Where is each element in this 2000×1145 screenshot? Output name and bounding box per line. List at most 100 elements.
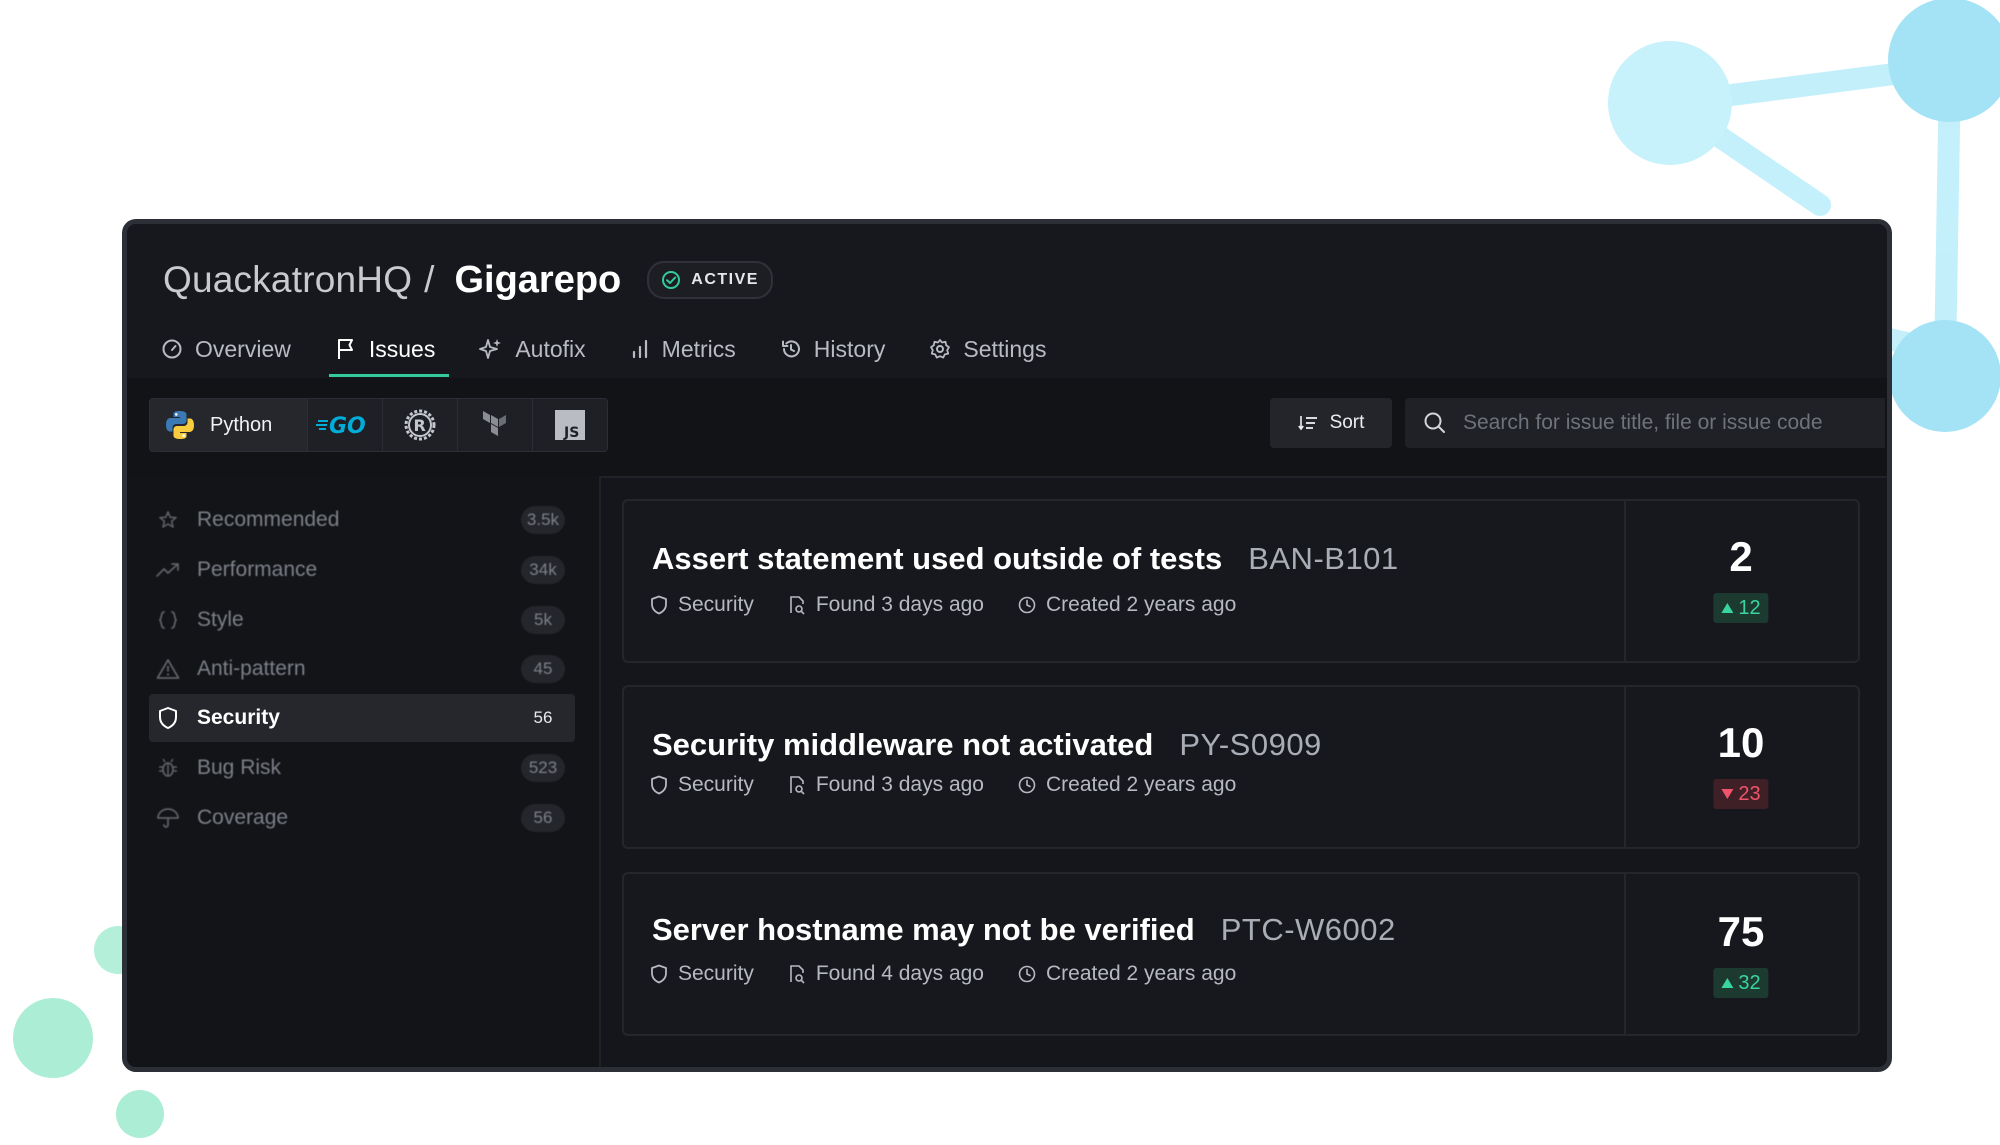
issue-category: Security (650, 773, 754, 797)
issue-title[interactable]: Security middleware not activated (652, 727, 1153, 763)
sort-icon (1297, 416, 1317, 431)
language-label: Python (210, 413, 273, 436)
star-icon (153, 510, 183, 530)
language-switcher: Python GO R JS (149, 398, 608, 452)
shield-icon (651, 964, 667, 984)
clock-icon (1018, 776, 1036, 794)
issue-created: Created 2 years ago (1018, 593, 1236, 617)
issue-code: PTC-W6002 (1220, 912, 1396, 947)
sidebar-item-count: 56 (533, 708, 553, 727)
sidebar-item-security[interactable]: Security 56 (149, 694, 575, 742)
braces-icon (153, 609, 183, 631)
file-search-icon (790, 965, 805, 984)
issue-found-label: Found 4 days ago (815, 962, 984, 985)
issue-title[interactable]: Assert statement used outside of tests (652, 541, 1222, 577)
language-terraform[interactable] (458, 399, 533, 451)
sidebar-item-label: Security (197, 706, 280, 729)
breadcrumb: QuackatronHQ / Gigarepo ACTIVE (163, 254, 773, 306)
javascript-icon: JS (555, 410, 585, 440)
issue-meta: Security Found 4 days ago Created 2 year… (650, 962, 1270, 986)
go-icon: GO (316, 414, 366, 438)
issue-created-label: Created 2 years ago (1045, 962, 1237, 985)
issue-category: Security (650, 593, 754, 617)
tab-label: Metrics (661, 335, 736, 362)
issue-card[interactable]: Server hostname may not be verified PTC-… (622, 872, 1860, 1036)
sparkles-icon (479, 339, 502, 359)
issue-code: PY-S0909 (1179, 727, 1322, 762)
tab-issues[interactable]: Issues (328, 326, 450, 377)
language-go[interactable]: GO (308, 399, 383, 451)
file-search-icon (790, 776, 805, 795)
issue-occurrences: 75 32 (1624, 874, 1858, 1034)
sidebar-item-label: Style (197, 608, 244, 631)
category-sidebar: Recommended 3.5k Performance 34k Style 5… (127, 476, 601, 1067)
shield-icon (651, 775, 667, 795)
sidebar-item-coverage[interactable]: Coverage 56 (149, 796, 575, 840)
tab-history[interactable]: History (776, 326, 890, 372)
trend-icon (153, 561, 183, 579)
language-python[interactable]: Python (150, 399, 308, 451)
repo-header: QuackatronHQ / Gigarepo ACTIVE Overview (127, 224, 1887, 378)
issue-created: Created 2 years ago (1018, 962, 1236, 986)
issue-card[interactable]: Assert statement used outside of tests B… (622, 499, 1860, 663)
tab-metrics[interactable]: Metrics (626, 326, 740, 372)
tab-overview[interactable]: Overview (157, 326, 295, 372)
svg-text:GO: GO (329, 414, 366, 438)
issue-heading: Security middleware not activated PY-S09… (652, 727, 1322, 763)
issue-category-label: Security (678, 593, 754, 616)
gauge-icon (162, 339, 182, 359)
issue-category-label: Security (678, 773, 754, 796)
sidebar-item-label: Bug Risk (197, 756, 282, 779)
sidebar-item-bug-risk[interactable]: Bug Risk 523 (149, 746, 575, 790)
tab-label: Autofix (515, 335, 586, 362)
check-circle-icon (662, 271, 681, 289)
status-badge-label: ACTIVE (691, 271, 759, 288)
sidebar-item-anti-pattern[interactable]: Anti-pattern 45 (149, 647, 575, 691)
language-javascript[interactable]: JS (533, 399, 607, 451)
app-window: QuackatronHQ / Gigarepo ACTIVE Overview (122, 219, 1892, 1072)
issue-found: Found 3 days ago (788, 773, 984, 797)
tab-label: Issues (368, 335, 436, 362)
trend-badge: 12 (1713, 593, 1769, 623)
trend-badge: 32 (1713, 968, 1769, 998)
trend-value: 12 (1738, 596, 1761, 619)
tab-label: History (813, 335, 886, 362)
sidebar-item-label: Coverage (197, 806, 289, 829)
tab-label: Overview (195, 335, 291, 362)
tab-autofix[interactable]: Autofix (475, 326, 589, 372)
sidebar-item-style[interactable]: Style 5k (149, 598, 575, 642)
search-input[interactable] (1461, 410, 1885, 436)
issue-card[interactable]: Security middleware not activated PY-S09… (622, 685, 1860, 849)
bug-icon (153, 757, 183, 779)
trend-value: 23 (1738, 782, 1761, 805)
python-icon (166, 411, 194, 439)
issues-toolbar: Python GO R JS Sort Search for issue tit… (127, 378, 1887, 478)
search-icon (1424, 412, 1445, 433)
issue-created: Created 2 years ago (1018, 773, 1236, 797)
sidebar-item-count: 5k (521, 606, 565, 634)
flag-icon (337, 339, 353, 359)
arrow-up-icon (1721, 603, 1734, 613)
language-rust[interactable]: R (383, 399, 458, 451)
occurrence-count: 2 (1729, 533, 1753, 580)
occurrence-count: 10 (1717, 719, 1765, 766)
sort-label: Sort (1329, 412, 1365, 433)
issue-details: Server hostname may not be verified PTC-… (624, 874, 1626, 1034)
repo-name[interactable]: Gigarepo (454, 259, 621, 302)
sidebar-item-label: Anti-pattern (197, 657, 306, 680)
issue-title[interactable]: Server hostname may not be verified (652, 912, 1195, 948)
sort-button[interactable]: Sort (1270, 398, 1392, 448)
shield-icon (651, 595, 667, 615)
arrow-up-icon (1721, 978, 1734, 988)
search-box (1405, 398, 1885, 448)
tab-settings[interactable]: Settings (925, 326, 1050, 372)
sidebar-item-performance[interactable]: Performance 34k (149, 548, 575, 592)
issue-found: Found 4 days ago (788, 962, 984, 986)
trend-value: 32 (1738, 971, 1761, 994)
org-name[interactable]: QuackatronHQ (163, 259, 412, 301)
issue-found-label: Found 3 days ago (815, 773, 984, 796)
issue-category: Security (650, 962, 754, 986)
issue-meta: Security Found 3 days ago Created 2 year… (650, 773, 1270, 797)
issue-code: BAN-B101 (1248, 541, 1399, 576)
sidebar-item-recommended[interactable]: Recommended 3.5k (149, 498, 575, 542)
